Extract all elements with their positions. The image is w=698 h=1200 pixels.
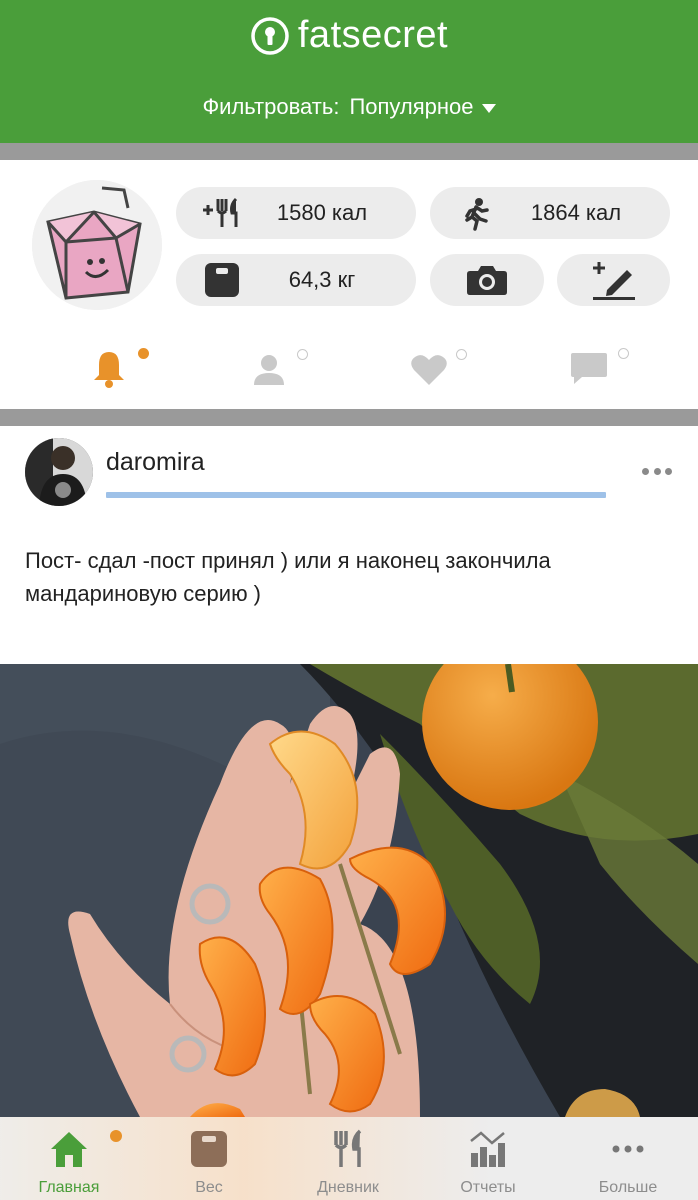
nav-reports[interactable]: Отчеты xyxy=(433,1117,543,1200)
feed-filter[interactable]: Фильтровать: Популярное xyxy=(0,94,698,120)
nav-weight-label: Вес xyxy=(195,1179,223,1196)
tab-people[interactable] xyxy=(252,345,312,390)
weight-value: 64,3 кг xyxy=(288,267,356,292)
photo-button[interactable] xyxy=(430,254,544,306)
nav-diary[interactable]: Дневник xyxy=(293,1117,403,1200)
app-name: fatsecret xyxy=(297,14,449,56)
nav-reports-label: Отчеты xyxy=(460,1179,516,1196)
exercise-calories-value: 1864 кал xyxy=(530,200,622,225)
tab-comments[interactable] xyxy=(570,345,630,390)
keyhole-logo-icon xyxy=(251,16,289,55)
post-more-icon[interactable] xyxy=(642,466,672,476)
divider xyxy=(0,409,698,426)
nav-diary-label: Дневник xyxy=(317,1179,379,1196)
filter-label: Фильтровать: xyxy=(202,94,340,119)
post-author-avatar[interactable] xyxy=(25,438,93,506)
nav-more-label: Больше xyxy=(598,1179,658,1196)
profile-avatar[interactable] xyxy=(32,180,162,310)
camera-icon xyxy=(466,264,508,296)
tab-notifications[interactable] xyxy=(90,345,150,390)
add-note-icon xyxy=(591,260,637,300)
nav-weight[interactable]: Вес xyxy=(154,1117,264,1200)
status-dot xyxy=(618,348,629,359)
status-dot xyxy=(456,349,467,360)
unread-dot xyxy=(138,348,149,359)
heart-icon xyxy=(411,355,447,385)
scale-icon xyxy=(191,1131,227,1167)
person-icon xyxy=(254,355,284,385)
food-calories-button[interactable]: 1580 кал xyxy=(176,187,416,239)
post-photo[interactable] xyxy=(0,664,698,1117)
post-username[interactable]: daromira xyxy=(106,448,205,477)
status-dot xyxy=(297,349,308,360)
chart-icon xyxy=(470,1131,505,1167)
chevron-down-icon[interactable] xyxy=(481,103,496,113)
nav-more[interactable]: Больше xyxy=(573,1117,683,1200)
app-header: fatsecret Фильтровать: Популярное xyxy=(0,0,698,143)
exercise-calories-button[interactable]: 1864 кал xyxy=(430,187,670,239)
post-text: Пост- сдал -пост принял ) или я наконец … xyxy=(25,548,551,606)
username-underline xyxy=(106,492,606,498)
filter-value[interactable]: Популярное xyxy=(349,94,473,119)
food-calories-value: 1580 кал xyxy=(276,200,368,225)
app-logo: fatsecret xyxy=(0,14,698,61)
more-icon xyxy=(612,1145,644,1153)
notification-dot xyxy=(110,1130,122,1142)
nav-home[interactable]: Главная xyxy=(14,1117,124,1200)
fork-knife-icon xyxy=(334,1129,362,1167)
add-note-button[interactable] xyxy=(557,254,670,306)
bell-icon xyxy=(94,352,124,388)
takeout-box-avatar-icon xyxy=(32,180,162,310)
divider xyxy=(0,143,698,160)
comment-icon xyxy=(571,353,607,384)
tab-likes[interactable] xyxy=(410,345,470,390)
home-icon xyxy=(51,1132,87,1167)
weight-button[interactable]: 64,3 кг xyxy=(176,254,416,306)
bottom-nav: Главная Вес Дневник Отчеты Больше xyxy=(0,1117,698,1200)
nav-home-label: Главная xyxy=(38,1179,100,1196)
